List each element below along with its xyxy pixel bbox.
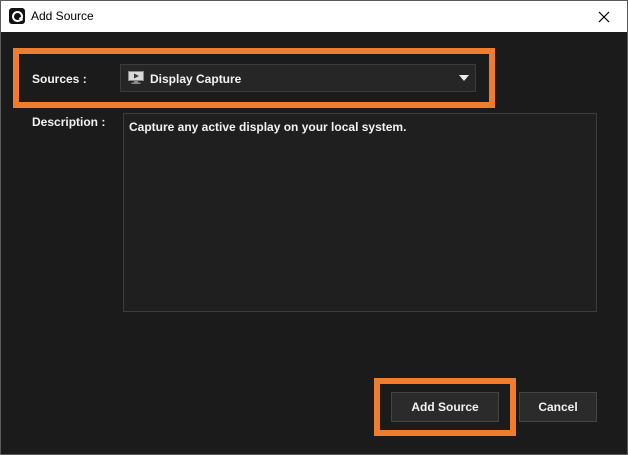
chevron-down-icon	[459, 75, 469, 81]
description-textarea[interactable]: Capture any active display on your local…	[123, 113, 597, 312]
add-source-button[interactable]: Add Source	[391, 392, 499, 422]
add-source-dialog: Add Source Sources : Display Capture Des…	[0, 0, 628, 455]
title-bar: Add Source	[1, 1, 627, 32]
window-title: Add Source	[31, 9, 94, 23]
description-label: Description :	[32, 115, 106, 129]
app-logo-icon	[9, 8, 25, 24]
close-icon	[598, 11, 610, 22]
description-text: Capture any active display on your local…	[129, 120, 407, 134]
display-icon	[128, 71, 144, 84]
dialog-content: Sources : Display Capture Description : …	[1, 32, 627, 454]
sources-dropdown[interactable]: Display Capture	[120, 64, 476, 92]
sources-selected-value: Display Capture	[150, 72, 242, 86]
cancel-button[interactable]: Cancel	[519, 392, 597, 422]
close-button[interactable]	[581, 1, 627, 32]
sources-label: Sources :	[32, 72, 87, 86]
